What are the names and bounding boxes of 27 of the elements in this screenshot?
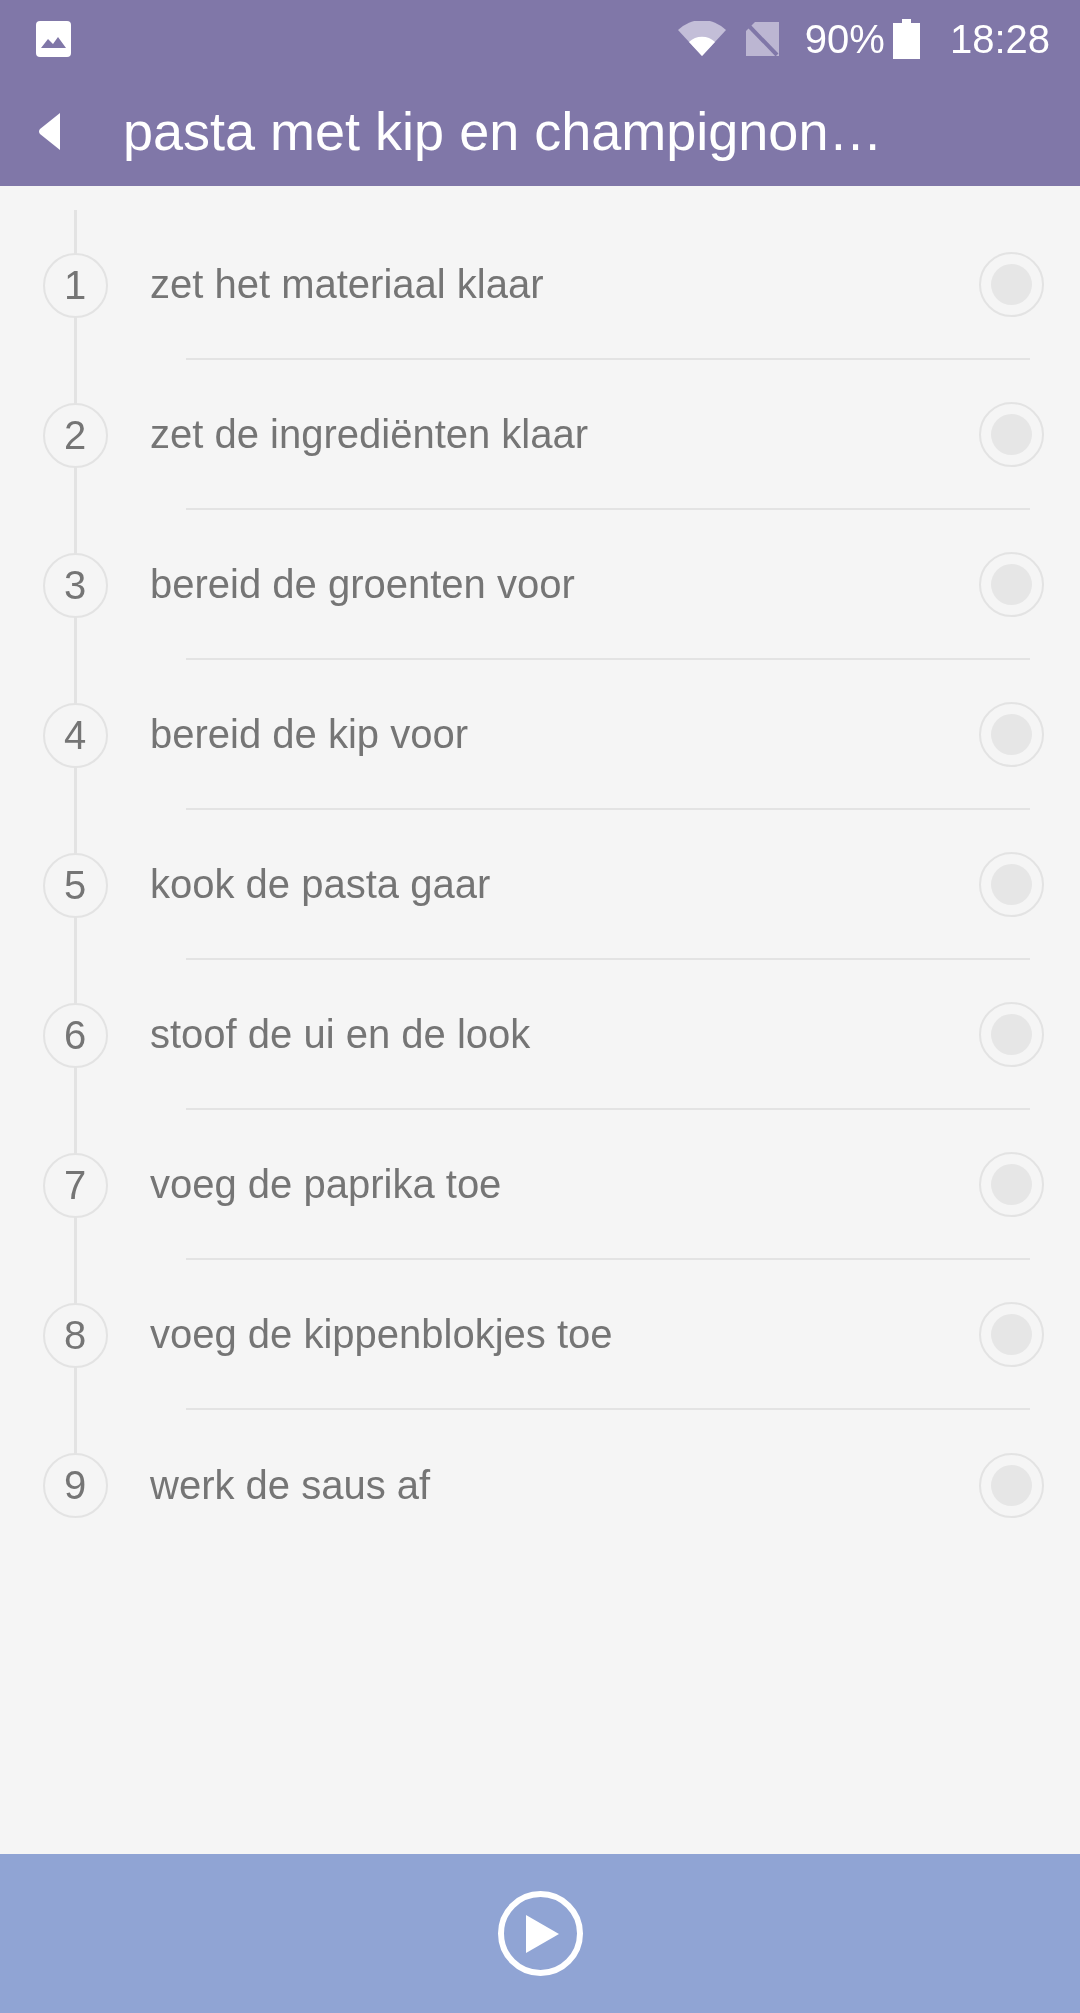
- step-text: bereid de groenten voor: [150, 561, 576, 608]
- battery-icon: [892, 18, 920, 59]
- step-number: 7: [42, 1152, 108, 1218]
- step-number: 9: [42, 1452, 108, 1518]
- battery-percent: 90%: [804, 18, 885, 59]
- step-text: voeg de paprika toe: [150, 1161, 503, 1208]
- clock-time: 18:28: [949, 18, 1050, 59]
- back-icon[interactable]: [38, 113, 60, 150]
- play-icon[interactable]: [497, 1891, 583, 1976]
- step-number: 6: [42, 1002, 108, 1068]
- step-text: voeg de kippenblokjes toe: [150, 1311, 614, 1358]
- step-number: 8: [42, 1302, 108, 1368]
- no-sim-icon: [745, 21, 779, 56]
- step-text: zet de ingrediënten klaar: [150, 411, 590, 458]
- step-text: zet het materiaal klaar: [150, 261, 545, 308]
- step-number: 5: [42, 852, 108, 918]
- step-text: werk de saus af: [150, 1462, 432, 1509]
- step-number: 4: [42, 702, 108, 768]
- image-icon: [36, 20, 71, 57]
- step-number: 3: [42, 552, 108, 618]
- step-text: kook de pasta gaar: [150, 861, 492, 908]
- wifi-icon: [677, 21, 726, 56]
- step-text: bereid de kip voor: [150, 711, 469, 758]
- step-number: 1: [42, 252, 108, 318]
- screen-title: pasta met kip en champignon…: [123, 100, 883, 164]
- step-number: 2: [42, 402, 108, 468]
- step-text: stoof de ui en de look: [150, 1011, 532, 1058]
